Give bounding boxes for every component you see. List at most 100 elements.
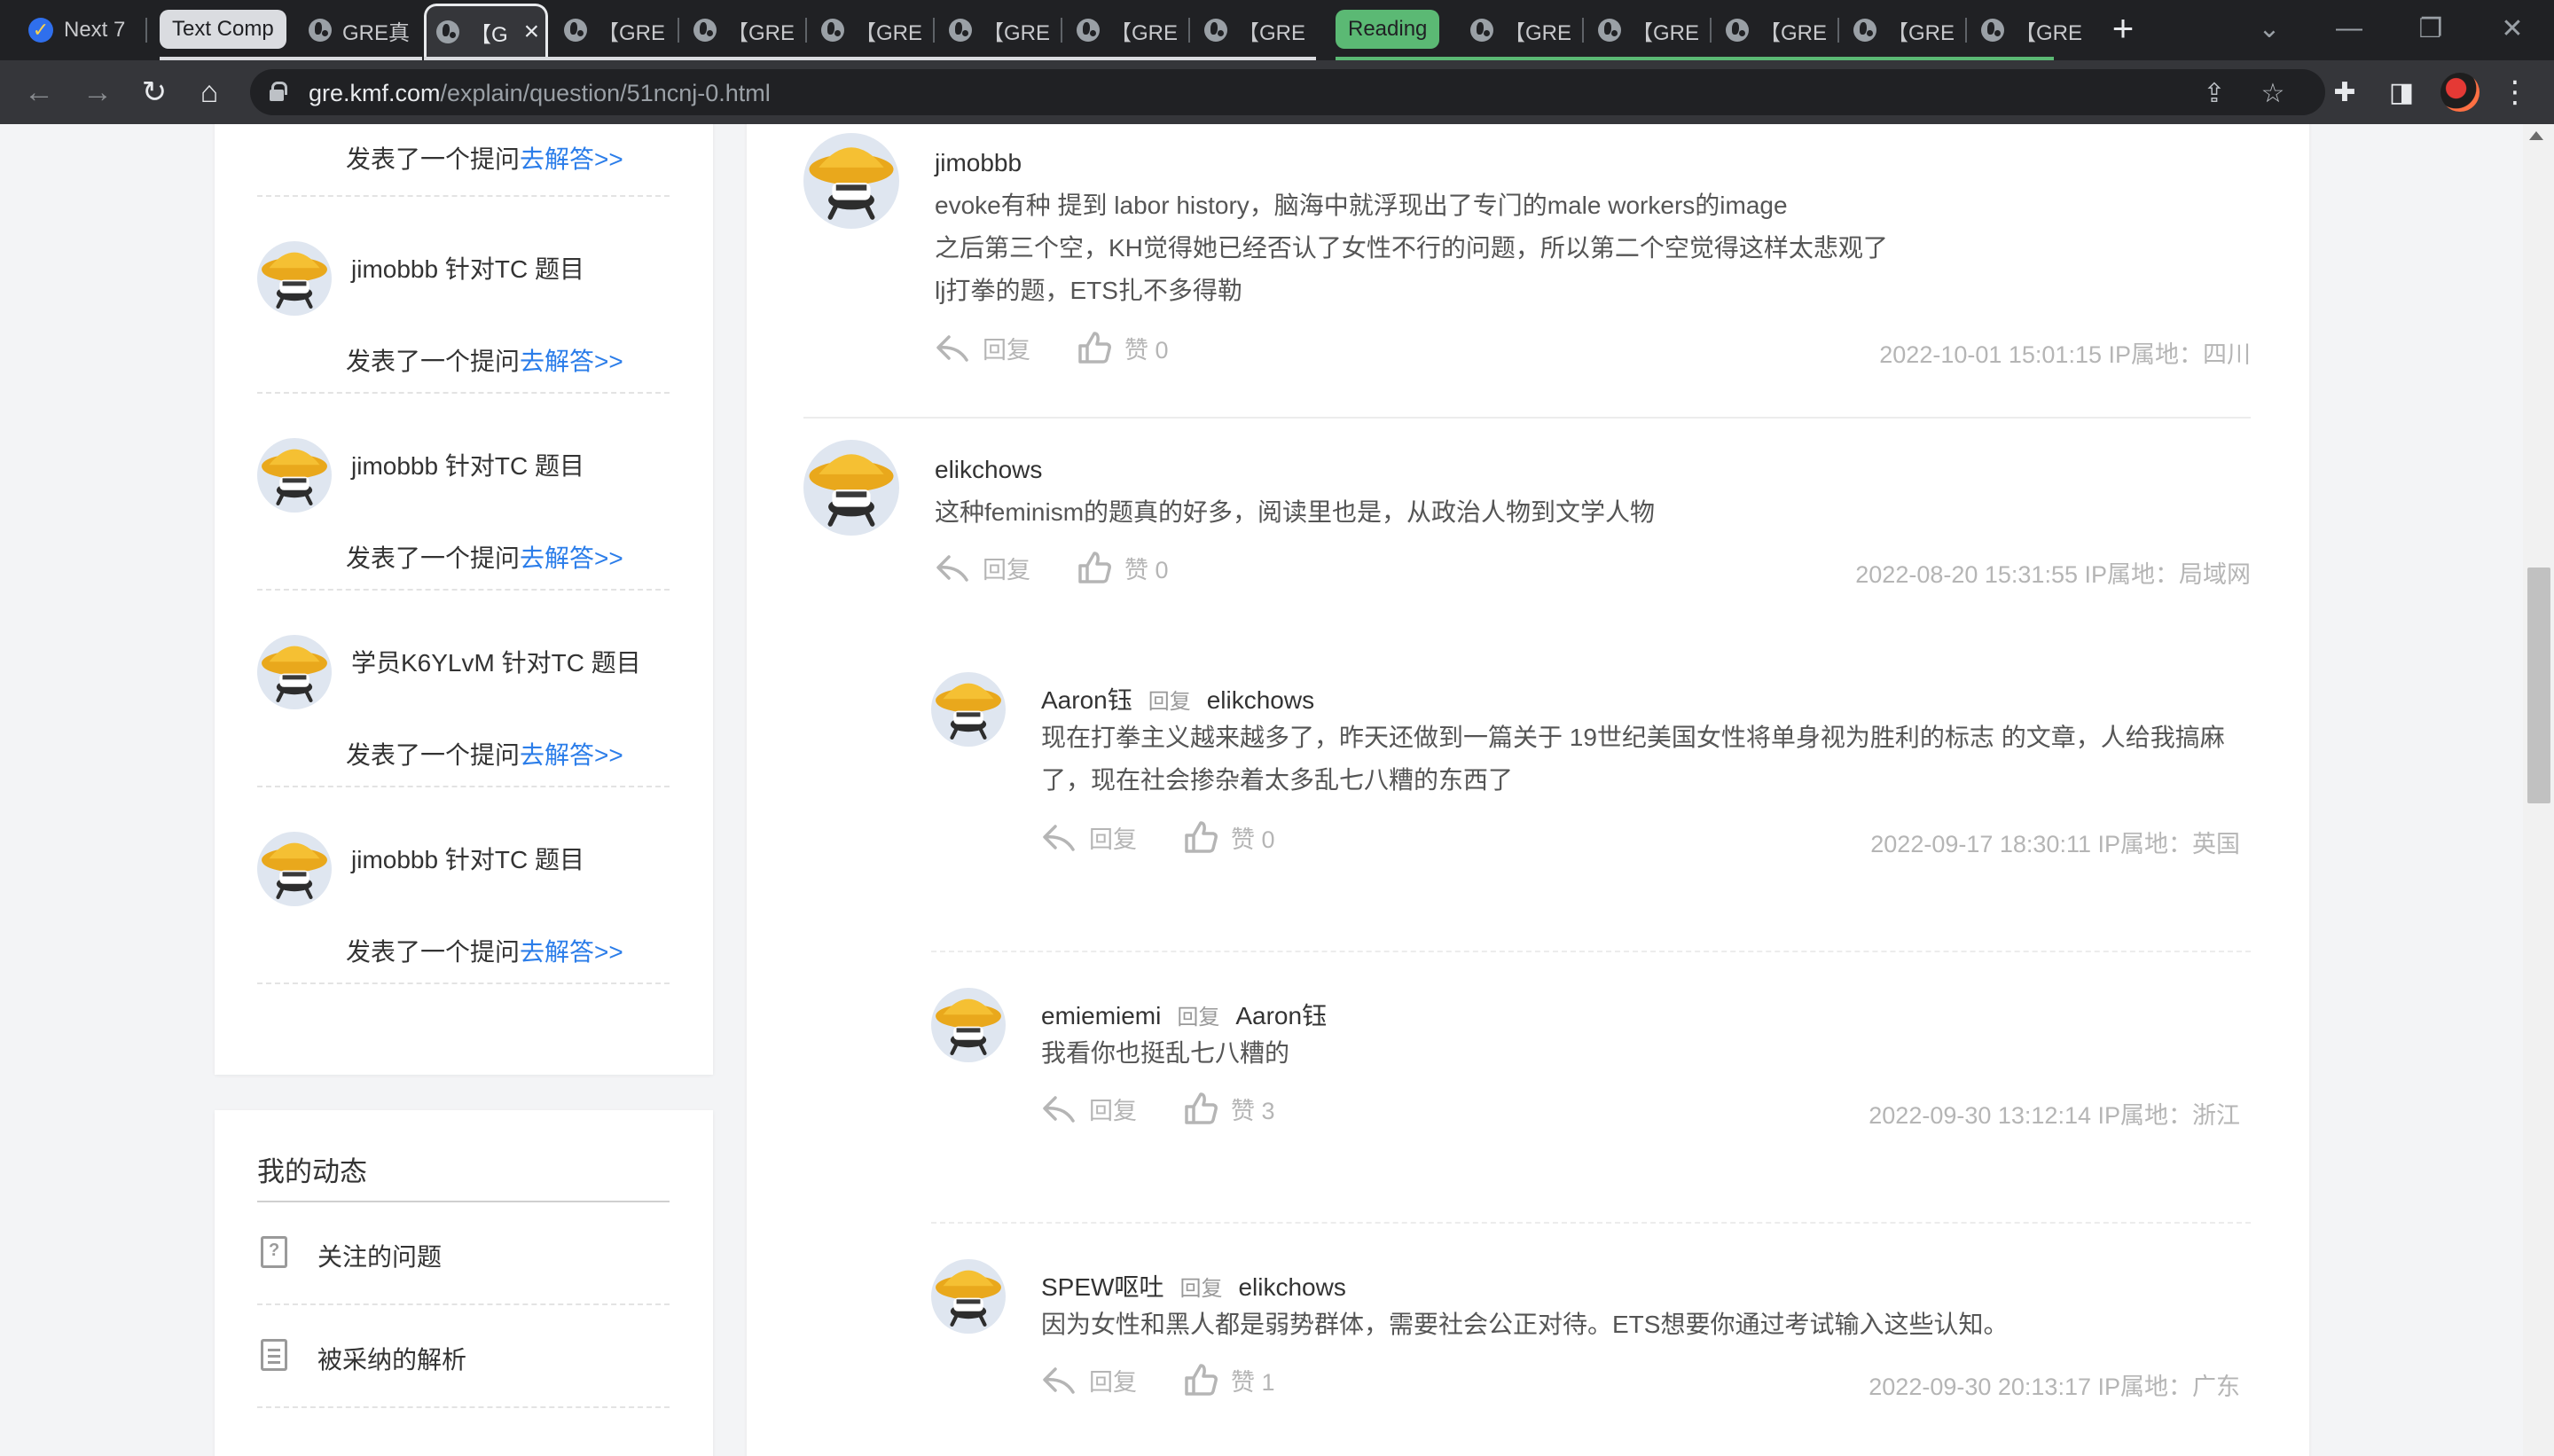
tab-group-text-comp[interactable]: Text Comp [160, 10, 286, 49]
reply-target[interactable]: elikchows [1238, 1273, 1345, 1301]
reply-button[interactable]: 回复 [935, 330, 1030, 365]
tab-gre-9[interactable]: 【GRE [1458, 11, 1579, 50]
comment-body: 现在打拳主义越来越多了，昨天还做到一篇关于 19世纪美国女性将单身视为胜利的标志… [1041, 724, 2225, 794]
comment-actions: 回复 赞 3 [1041, 1091, 1321, 1126]
comment-username[interactable]: elikchows [935, 456, 1042, 484]
tab-gre-12[interactable]: 【GRE [1841, 11, 1962, 50]
like-button[interactable]: 赞 3 [1183, 1091, 1275, 1126]
back-arrow-icon[interactable]: ← [20, 73, 59, 112]
restore-icon[interactable]: ❐ [2391, 0, 2471, 57]
comment-username[interactable]: emiemiemi [1041, 1002, 1161, 1029]
answer-link[interactable]: 去解答>> [520, 544, 623, 572]
reply-target[interactable]: elikchows [1207, 686, 1314, 714]
like-button[interactable]: 赞 1 [1183, 1362, 1275, 1397]
comment-body: 因为女性和黑人都是弱势群体，需要社会公正对待。ETS想要你通过考试输入这些认知。 [1041, 1311, 2009, 1338]
globe-icon [1726, 19, 1749, 42]
comment-username[interactable]: jimobbb [935, 149, 1022, 177]
tab-gre-3[interactable]: 【GRE [552, 11, 672, 50]
user-avatar[interactable] [931, 672, 1006, 747]
tab-gre-1[interactable]: GRE真 [296, 11, 417, 50]
adopted-analysis-item[interactable]: 被采纳的解析 [257, 1305, 670, 1408]
share-icon[interactable]: ⇪ [2199, 78, 2229, 108]
comment-meta: 2022-10-01 15:01:15 IP属地：四川 [1879, 341, 2251, 368]
scroll-up-arrow-icon[interactable] [2529, 131, 2543, 140]
tab-gre-5[interactable]: 【GRE [809, 11, 929, 50]
scrollbar-thumb[interactable] [2527, 568, 2550, 803]
user-avatar[interactable] [803, 133, 899, 229]
tab-gre-7[interactable]: 【GRE [1064, 11, 1185, 50]
url-text: gre.kmf.com/explain/question/51ncnj-0.ht… [309, 80, 771, 106]
user-avatar[interactable] [803, 440, 899, 536]
home-icon[interactable]: ⌂ [190, 73, 229, 112]
window-close-icon[interactable]: ✕ [2472, 0, 2552, 57]
user-avatar[interactable] [931, 1259, 1006, 1334]
activity-head: jimobbb 针对TC 题目 [351, 452, 584, 480]
activity-item: 发表了一个提问去解答>> [257, 124, 670, 197]
comment-username[interactable]: SPEW呕吐 [1041, 1273, 1163, 1301]
tab-divider [1061, 18, 1062, 43]
tab-group-reading[interactable]: Reading [1336, 10, 1440, 49]
user-avatar[interactable] [257, 832, 332, 906]
tab-gre-11[interactable]: 【GRE [1713, 11, 1834, 50]
answer-link[interactable]: 去解答>> [520, 938, 623, 966]
reply-header: emiemiemi 回复 Aaron钰 [1041, 1002, 1328, 1029]
reload-icon[interactable]: ↻ [135, 73, 174, 112]
extensions-puzzle-icon[interactable]: ✚ [2325, 73, 2364, 112]
comment-username[interactable]: Aaron钰 [1041, 686, 1132, 714]
like-button[interactable]: 赞 0 [1077, 330, 1169, 365]
tab-active[interactable]: 【G × [424, 4, 548, 60]
tab-gre-8[interactable]: 【GRE [1192, 11, 1312, 50]
reply-button[interactable]: 回复 [935, 550, 1030, 585]
more-vert-icon[interactable]: ⋮ [2495, 73, 2534, 112]
tab-gre-13[interactable]: 【GRE [1969, 11, 2089, 50]
comment: jimobbb evoke有种 提到 labor history，脑海中就浮现出… [803, 133, 2251, 399]
comment-meta: 2022-08-20 15:31:55 IP属地：局域网 [1855, 561, 2251, 588]
comment-actions: 回复 赞 1 [1041, 1362, 1321, 1397]
reply-button[interactable]: 回复 [1041, 819, 1137, 855]
thumbs-up-icon [1077, 330, 1112, 365]
tab-label: 【GRE [2015, 20, 2083, 45]
tab-gre-4[interactable]: 【GRE [681, 11, 802, 50]
followed-questions-item[interactable]: 关注的问题 [257, 1202, 670, 1305]
forward-arrow-icon[interactable]: → [78, 73, 117, 112]
tab-divider [1965, 18, 1967, 43]
side-panel-icon[interactable]: ◨ [2382, 73, 2421, 112]
user-avatar[interactable] [257, 635, 332, 709]
user-avatar[interactable] [257, 241, 332, 316]
answer-link[interactable]: 去解答>> [520, 741, 623, 769]
globe-icon [693, 19, 717, 42]
tab-label: 【GRE [1632, 20, 1700, 45]
reply-header: Aaron钰 回复 elikchows [1041, 686, 1315, 714]
tab-next[interactable]: ✓ Next 7 [16, 11, 138, 50]
globe-icon [564, 19, 587, 42]
close-icon[interactable]: × [524, 17, 540, 47]
answer-link[interactable]: 去解答>> [520, 348, 623, 375]
reply-button[interactable]: 回复 [1041, 1362, 1137, 1397]
answer-link[interactable]: 去解答>> [520, 145, 623, 173]
tab-label: 【GRE [855, 20, 923, 45]
like-button[interactable]: 赞 0 [1183, 819, 1275, 855]
star-icon[interactable]: ☆ [2258, 78, 2288, 108]
globe-icon [436, 20, 459, 43]
user-avatar[interactable] [257, 438, 332, 513]
new-tab-button[interactable]: + [2102, 9, 2144, 51]
minimize-icon[interactable]: — [2309, 0, 2389, 57]
address-bar[interactable]: gre.kmf.com/explain/question/51ncnj-0.ht… [250, 69, 2325, 115]
comment-actions: 回复 赞 0 [935, 330, 1215, 365]
reply-comment: SPEW呕吐回复 elikchows 因为女性和黑人都是弱势群体，需要社会公正对待… [931, 1259, 2245, 1436]
chevron-down-icon[interactable]: ⌄ [2229, 0, 2309, 57]
like-button[interactable]: 赞 0 [1077, 550, 1169, 585]
tab-strip: ✓ Next 7 Text Comp GRE真 【G × 【GRE 【GRE 【… [0, 0, 2554, 60]
activity-action: 发表了一个提问去解答>> [346, 544, 623, 572]
activity-action: 发表了一个提问去解答>> [346, 741, 623, 769]
profile-avatar[interactable] [2440, 73, 2480, 112]
reply-target[interactable]: Aaron钰 [1235, 1002, 1327, 1029]
reply-comment: Aaron钰 回复 elikchows 现在打拳主义越来越多了，昨天还做到一篇关于 … [931, 672, 2245, 903]
tab-label: 【GRE [1110, 20, 1179, 45]
tab-gre-10[interactable]: 【GRE [1586, 11, 1706, 50]
thumbs-up-icon [1077, 550, 1112, 585]
user-avatar[interactable] [931, 988, 1006, 1062]
reply-button[interactable]: 回复 [1041, 1091, 1137, 1126]
tab-label: 【GRE [1887, 20, 1955, 45]
tab-gre-6[interactable]: 【GRE [936, 11, 1057, 50]
